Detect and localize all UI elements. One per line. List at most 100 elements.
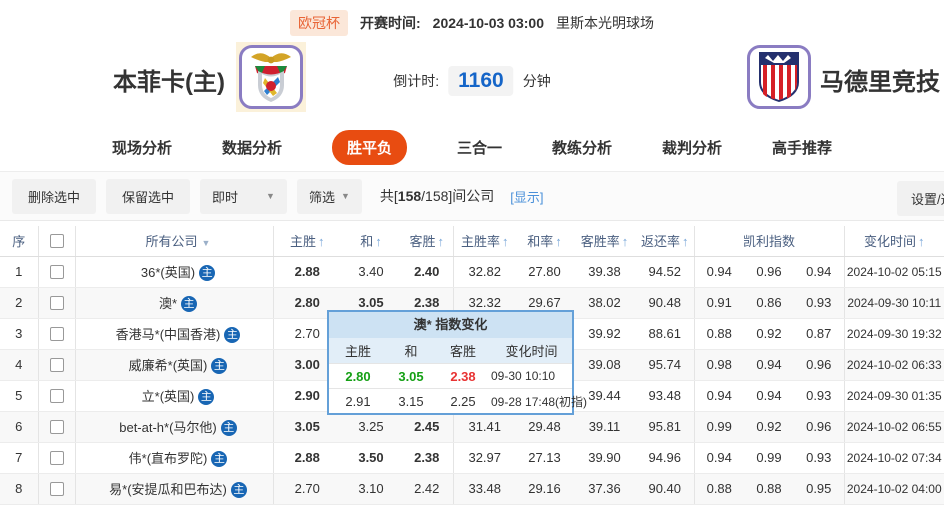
cell-away-rate: 39.90 (573, 442, 636, 474)
col-header-away-rate[interactable]: 客胜率 ↑ (573, 226, 636, 257)
cell-return-rate: 94.96 (636, 442, 695, 474)
tab-data-analysis[interactable]: 数据分析 (222, 137, 282, 158)
cell-kelly-home: 0.99 (694, 411, 744, 443)
col-header-away-label: 客胜 (409, 234, 436, 250)
cell-company: bet-at-h*(马尔他) 主 (75, 411, 274, 443)
row-checkbox[interactable] (49, 326, 64, 341)
home-flag-badge: 主 (220, 420, 237, 436)
popup-title: 澳* 指数变化 (329, 312, 572, 338)
row-checkbox[interactable] (49, 264, 64, 279)
keep-selected-button[interactable]: 保留选中 (106, 178, 191, 214)
cell-home-rate: 32.82 (453, 256, 516, 288)
select-all-checkbox[interactable] (49, 233, 64, 248)
company-name[interactable]: 伟*(直布罗陀) (129, 451, 208, 466)
col-header-draw-rate[interactable]: 和率 ↑ (516, 226, 573, 257)
cell-checkbox (38, 380, 76, 412)
company-name[interactable]: 36*(英国) (141, 265, 195, 280)
company-name[interactable]: 易*(安提瓜和巴布达) (109, 482, 227, 497)
col-header-home-rate[interactable]: 主胜率 ↑ (453, 226, 516, 257)
popup-col-draw: 和 (404, 344, 418, 359)
cell-company: 伟*(直布罗陀) 主 (75, 442, 274, 474)
tab-win-draw-loss[interactable]: 胜平负 (331, 130, 407, 165)
cell-kelly-home: 0.94 (694, 380, 744, 412)
cell-company: 易*(安提瓜和巴布达) 主 (75, 473, 274, 505)
row-checkbox[interactable] (49, 419, 64, 434)
tab-live-analysis[interactable]: 现场分析 (112, 137, 172, 158)
sort-asc-icon: ↑ (918, 234, 925, 250)
cell-away-odds: 2.40 (401, 256, 454, 288)
home-flag-badge: 主 (211, 451, 228, 467)
tab-three-in-one[interactable]: 三合一 (457, 137, 502, 158)
cell-return-rate: 90.40 (636, 473, 695, 505)
cell-away-rate: 39.08 (573, 349, 636, 381)
col-header-home-odds[interactable]: 主胜 ↑ (273, 226, 341, 257)
cell-away-rate: 39.11 (573, 411, 636, 443)
cell-draw-odds: 3.25 (341, 411, 401, 443)
cell-checkbox (38, 318, 76, 350)
popup-cell-away: 2.38 (450, 368, 476, 384)
row-checkbox[interactable] (49, 295, 64, 310)
popup-cell-home: 2.91 (345, 393, 371, 409)
filter-dropdown[interactable]: 筛选 ▼ (296, 178, 362, 214)
sort-asc-icon: ↑ (682, 234, 689, 250)
filter-dropdown-label: 筛选 (308, 189, 335, 205)
cell-kelly-away: 0.94 (794, 256, 845, 288)
col-header-select-all (38, 226, 76, 257)
kickoff-time: 2024-10-03 03:00 (432, 15, 544, 31)
cell-change-time: 2024-09-30 10:11 (844, 287, 944, 319)
cell-draw-rate: 27.13 (516, 442, 573, 474)
row-checkbox[interactable] (49, 481, 64, 496)
cell-row-number: 6 (0, 411, 39, 443)
cell-kelly-home: 0.98 (694, 349, 744, 381)
cell-change-time: 2024-10-02 05:15 (844, 256, 944, 288)
odds-type-dropdown[interactable]: 即时 ▼ (200, 178, 287, 214)
col-header-company-label: 所有公司 (145, 234, 198, 250)
tab-coach-analysis[interactable]: 教练分析 (552, 137, 612, 158)
col-header-company[interactable]: 所有公司 ▼ (75, 226, 274, 257)
cell-kelly-away: 0.87 (794, 318, 845, 350)
col-header-away-odds[interactable]: 客胜 ↑ (401, 226, 454, 257)
col-header-change-time[interactable]: 变化时间 ↑ (844, 226, 944, 257)
company-name[interactable]: 立*(英国) (142, 389, 195, 404)
chevron-down-icon: ▼ (340, 191, 350, 201)
table-row: 1 36*(英国) 主 2.88 3.40 2.40 32.82 27.80 39.38 94.5… (0, 256, 944, 288)
show-link[interactable]: [显示] (510, 187, 543, 206)
cell-return-rate: 95.74 (636, 349, 695, 381)
cell-row-number: 7 (0, 442, 39, 474)
tab-referee-analysis[interactable]: 裁判分析 (662, 137, 722, 158)
teams-header: 本菲卡(主) 倒计时: 1160 分钟 马德里竞技 (0, 40, 944, 124)
table-header-row: 序 所有公司 ▼ 主胜 ↑ 和 ↑ 客胜 ↑ 主胜率 ↑ 和率 ↑ 客胜率 ↑ 返还率 ↑ 凯利… (0, 226, 944, 257)
sort-asc-icon: ↑ (555, 234, 562, 250)
col-header-home-rate-label: 主胜率 (460, 234, 500, 250)
settings-select-button[interactable]: 设置/选择 (897, 181, 944, 216)
cell-away-rate: 39.92 (573, 318, 636, 350)
tab-expert-picks[interactable]: 高手推荐 (772, 137, 832, 158)
cell-kelly-away: 0.96 (794, 349, 845, 381)
cell-checkbox (38, 287, 76, 319)
companies-count-prefix: 共[ (379, 188, 398, 204)
cell-row-number: 3 (0, 318, 39, 350)
col-header-return-rate[interactable]: 返还率 ↑ (636, 226, 695, 257)
company-name[interactable]: 香港马*(中国香港) (116, 327, 221, 342)
cell-home-odds: 2.88 (273, 442, 341, 474)
company-name[interactable]: 澳* (159, 296, 177, 311)
row-checkbox[interactable] (49, 450, 64, 465)
col-header-home-label: 主胜 (289, 234, 316, 250)
row-checkbox[interactable] (49, 388, 64, 403)
popup-cell-draw: 3.15 (398, 393, 424, 409)
chevron-down-icon: ▼ (201, 238, 211, 249)
company-name[interactable]: 威廉希*(英国) (129, 358, 208, 373)
row-checkbox[interactable] (49, 357, 64, 372)
cell-draw-rate: 29.16 (516, 473, 573, 505)
cell-kelly-away: 0.95 (794, 473, 845, 505)
company-name[interactable]: bet-at-h*(马尔他) (119, 420, 217, 435)
atletico-crest-icon (759, 52, 799, 102)
cell-checkbox (38, 349, 76, 381)
col-header-draw-odds[interactable]: 和 ↑ (341, 226, 401, 257)
companies-count-selected: 158 (397, 188, 422, 204)
popup-header-row: 主胜 和 客胜 变化时间 (329, 338, 572, 363)
col-header-draw-rate-label: 和率 (527, 234, 554, 250)
popup-cell-time: 09-28 17:48(初指) (491, 394, 588, 409)
delete-selected-button[interactable]: 删除选中 (12, 178, 97, 214)
cell-row-number: 1 (0, 256, 39, 288)
